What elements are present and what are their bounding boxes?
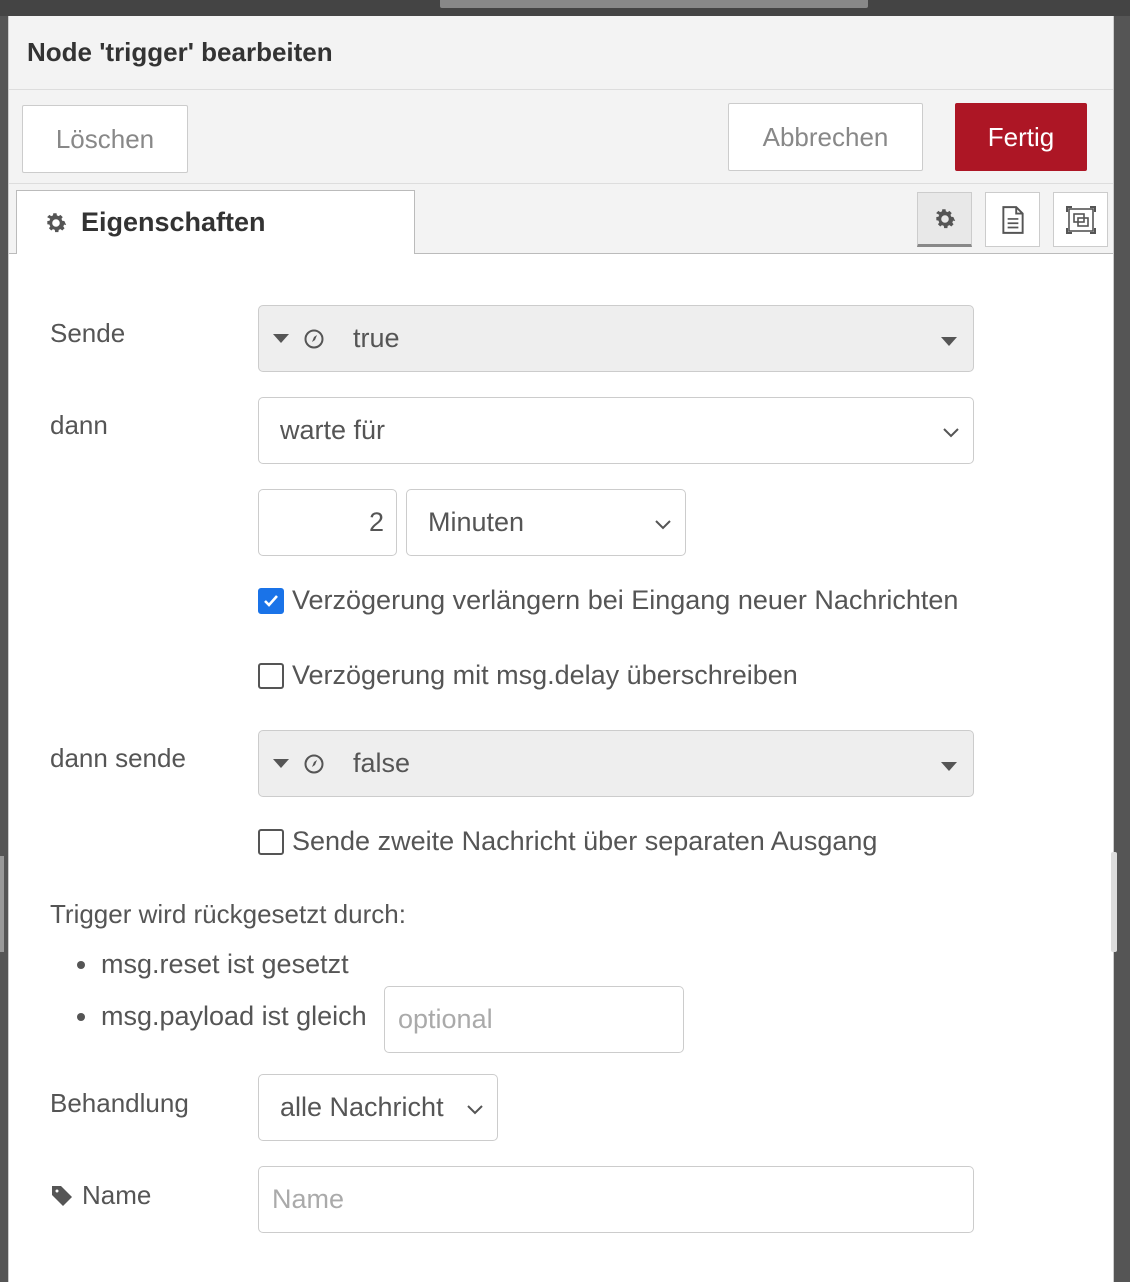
appearance-tab-button[interactable] [1053, 192, 1108, 247]
send-label: Sende [50, 318, 126, 348]
duration-unit-value: Minuten [428, 507, 525, 537]
override-delay-option[interactable]: Verzögerung mit msg.delay überschreiben [258, 660, 798, 691]
document-icon [1001, 205, 1024, 234]
override-delay-label: Verzögerung mit msg.delay überschreiben [292, 660, 798, 690]
value-dropdown-icon[interactable] [941, 337, 957, 346]
bullet-dot [77, 960, 85, 969]
description-tab-button[interactable] [985, 192, 1040, 247]
extend-delay-option[interactable]: Verzögerung verlängern bei Eingang neuer… [258, 585, 958, 616]
reset-item-2-label: msg.payload ist gleich [101, 1001, 367, 1031]
sidebar-resize-grip[interactable] [1111, 852, 1117, 952]
then-label: dann [50, 410, 108, 440]
left-grip [0, 856, 4, 952]
override-delay-checkbox[interactable] [258, 662, 284, 689]
second-output-label: Sende zweite Nachricht über separaten Au… [292, 826, 878, 856]
handling-select-value: alle Nachricht [280, 1092, 444, 1122]
duration-input[interactable]: 2 [258, 489, 397, 556]
bullet-dot [77, 1012, 85, 1021]
frame-icon [1065, 205, 1096, 234]
reset-item-2: msg.payload ist gleich [77, 1001, 367, 1032]
then-select-value: warte für [280, 415, 386, 445]
boolean-type-icon [304, 754, 324, 773]
settings-tab-button[interactable] [917, 192, 972, 247]
chevron-down-icon [655, 519, 671, 529]
checkmark-icon [264, 594, 278, 607]
gear-icon [935, 208, 955, 228]
top-bar [0, 0, 1130, 16]
tab-properties[interactable]: Eigenschaften [16, 190, 415, 254]
name-input[interactable]: Name [258, 1166, 974, 1233]
then-select[interactable]: warte für [258, 397, 974, 464]
edit-tray: Node 'trigger' bearbeiten Löschen Abbrec… [8, 16, 1114, 1282]
then-send-typed-input[interactable]: false [258, 730, 974, 797]
boolean-type-icon [304, 329, 324, 348]
send-value: true [353, 323, 400, 353]
gear-icon [47, 212, 67, 232]
tab-properties-label: Eigenschaften [81, 207, 266, 237]
type-dropdown-icon[interactable] [273, 759, 289, 768]
then-send-label: dann sende [50, 743, 186, 773]
tab-bar: Eigenschaften [9, 184, 1113, 254]
reset-item-1: msg.reset ist gesetzt [77, 949, 349, 980]
extend-delay-checkbox[interactable] [258, 587, 284, 614]
done-button[interactable]: Fertig [955, 103, 1087, 171]
name-label-group: Name [50, 1180, 151, 1211]
chevron-down-icon [943, 427, 959, 437]
extend-delay-label: Verzögerung verlängern bei Eingang neuer… [292, 585, 959, 615]
type-dropdown-icon[interactable] [273, 334, 289, 343]
then-send-value: false [353, 748, 411, 778]
reset-payload-input[interactable]: optional [384, 986, 684, 1053]
cancel-button[interactable]: Abbrechen [728, 103, 923, 171]
second-output-option[interactable]: Sende zweite Nachricht über separaten Au… [258, 826, 877, 857]
handling-select[interactable]: alle Nachricht [258, 1074, 498, 1141]
tag-icon [52, 1185, 72, 1206]
second-output-checkbox[interactable] [258, 828, 284, 855]
delete-button[interactable]: Löschen [22, 105, 188, 173]
value-dropdown-icon[interactable] [941, 762, 957, 771]
resize-handle[interactable] [440, 0, 868, 8]
tray-header: Node 'trigger' bearbeiten [9, 16, 1113, 90]
name-label: Name [82, 1180, 152, 1210]
send-typed-input[interactable]: true [258, 305, 974, 372]
duration-unit-select[interactable]: Minuten [406, 489, 686, 556]
chevron-down-icon [467, 1104, 483, 1114]
reset-item-1-label: msg.reset ist gesetzt [101, 949, 349, 979]
tray-toolbar: Löschen Abbrechen Fertig [9, 90, 1113, 184]
tray-title: Node 'trigger' bearbeiten [27, 37, 333, 67]
handling-label: Behandlung [50, 1088, 189, 1118]
reset-heading: Trigger wird rückgesetzt durch: [50, 899, 406, 929]
